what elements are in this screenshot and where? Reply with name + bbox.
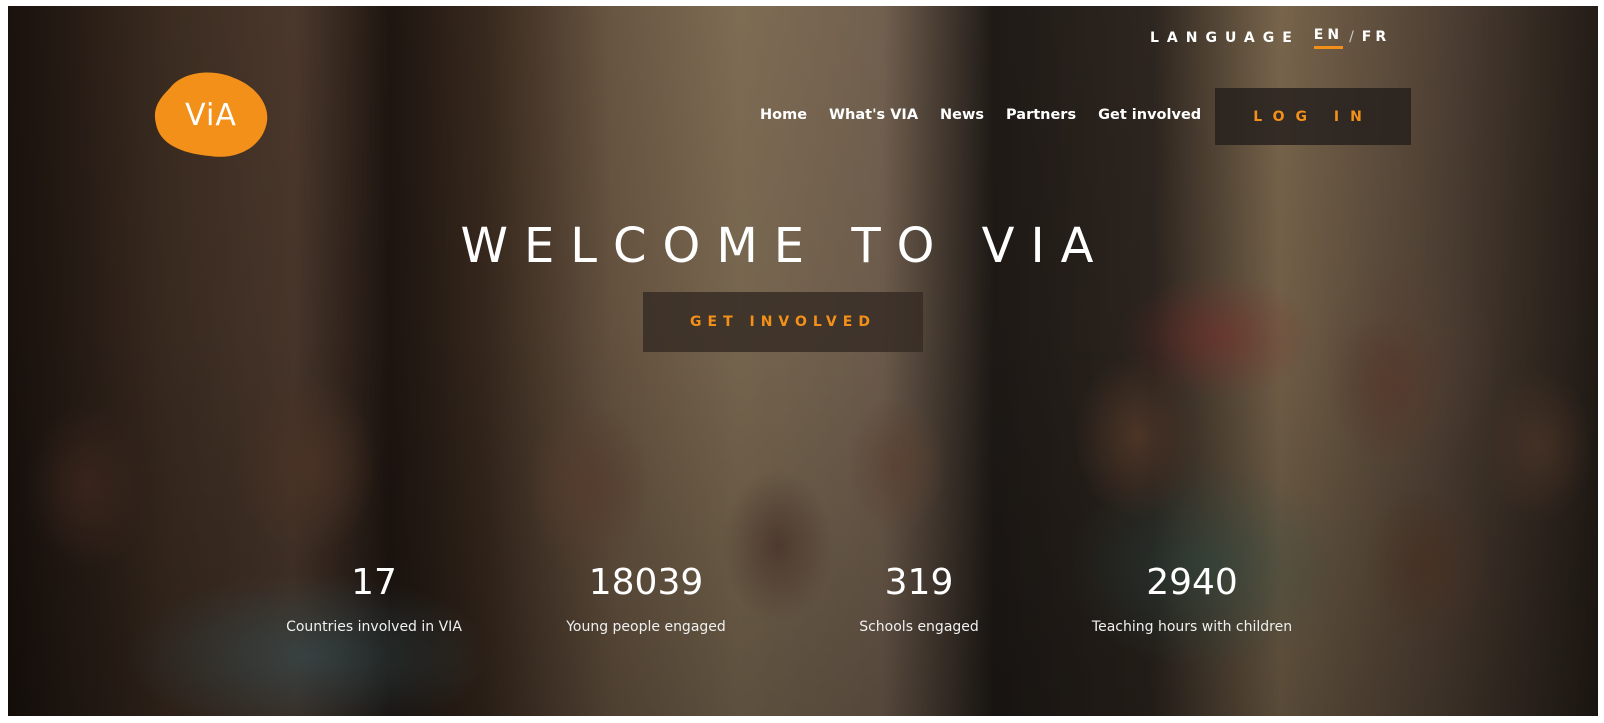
stat-value: 17 [351,562,397,603]
via-logo[interactable]: ViA [152,70,270,160]
stat-schools: 319 Schools engaged [819,562,1019,635]
language-option-fr[interactable]: FR [1362,29,1390,48]
main-nav: Home What's VIA News Partners Get involv… [760,107,1201,123]
language-switcher: LANGUAGE EN / FR [1150,27,1390,49]
stat-value: 18039 [588,562,704,603]
stat-young-people: 18039 Young people engaged [546,562,746,635]
stat-caption: Countries involved in VIA [286,619,462,635]
nav-item-news[interactable]: News [940,107,984,123]
language-option-en[interactable]: EN [1313,27,1344,49]
stat-countries: 17 Countries involved in VIA [274,562,474,635]
stat-caption: Schools engaged [859,619,979,635]
stat-value: 319 [884,562,954,603]
logo-text: ViA [185,97,237,133]
stats-section: 17 Countries involved in VIA 18039 Young… [0,562,1604,662]
stat-caption: Young people engaged [566,619,726,635]
nav-item-partners[interactable]: Partners [1006,107,1076,123]
language-separator: / [1349,28,1354,45]
hero-headline: WELCOME TO VIA [0,218,1570,274]
nav-item-whats-via[interactable]: What's VIA [829,107,918,123]
get-involved-button[interactable]: GET INVOLVED [643,292,923,352]
hero-headline-text: WELCOME TO VIA [460,218,1110,274]
nav-item-home[interactable]: Home [760,107,807,123]
stat-caption: Teaching hours with children [1091,619,1293,635]
stat-teaching-hours: 2940 Teaching hours with children [1072,562,1312,635]
language-label: LANGUAGE [1150,30,1300,46]
nav-item-get-involved[interactable]: Get involved [1098,107,1201,123]
stat-value: 2940 [1146,562,1238,603]
login-button[interactable]: LOG IN [1215,88,1411,145]
